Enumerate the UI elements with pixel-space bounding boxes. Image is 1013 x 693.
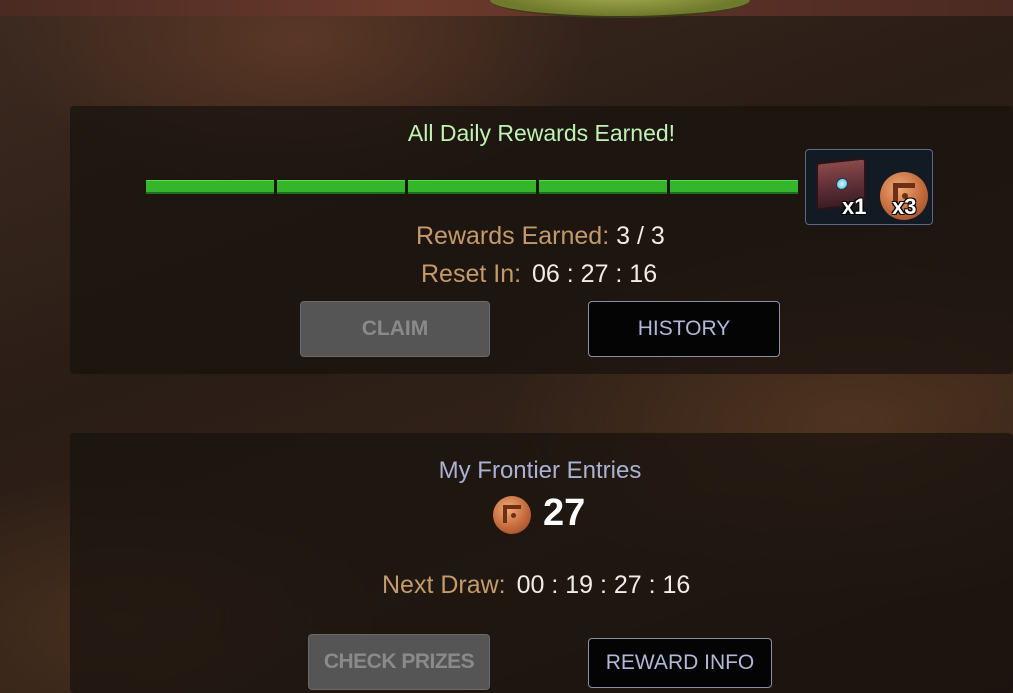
frontier-entries-title: My Frontier Entries: [438, 457, 642, 484]
coin-quantity: x3: [892, 194, 917, 219]
next-draw-countdown: 00 : 19 : 27 : 16: [516, 571, 691, 599]
progress-segment: [670, 180, 798, 194]
reset-label: Reset In:: [421, 260, 522, 288]
progress-segment: [408, 180, 536, 194]
next-draw-row: Next Draw: 00 : 19 : 27 : 16: [382, 571, 690, 600]
progress-segment: [146, 180, 274, 194]
next-draw-label: Next Draw:: [382, 571, 506, 599]
reset-timer-row: Reset In: 06 : 27 : 16: [421, 260, 657, 289]
progress-segment: [277, 180, 405, 194]
chest-gem: [836, 177, 848, 191]
chest-quantity: x1: [842, 194, 867, 219]
frontier-coin-icon: [493, 496, 531, 534]
history-button[interactable]: HISTORY: [588, 301, 780, 357]
daily-reward-preview[interactable]: x1 x3: [805, 149, 933, 225]
rewards-earned-row: Rewards Earned: 3 / 3: [416, 222, 665, 251]
check-prizes-button[interactable]: CHECK PRIZES: [308, 634, 490, 690]
reset-countdown: 06 : 27 : 16: [532, 260, 658, 288]
frontier-entries-count: 27: [543, 492, 586, 534]
rewards-earned-label: Rewards Earned:: [416, 222, 610, 250]
rewards-earned-value: 3 / 3: [616, 222, 665, 250]
claim-button[interactable]: CLAIM: [300, 301, 490, 357]
progress-segment: [539, 180, 667, 194]
reward-info-button[interactable]: REWARD INFO: [588, 638, 772, 688]
daily-status-title: All Daily Rewards Earned!: [407, 120, 676, 146]
daily-progress-bar: [146, 180, 798, 194]
